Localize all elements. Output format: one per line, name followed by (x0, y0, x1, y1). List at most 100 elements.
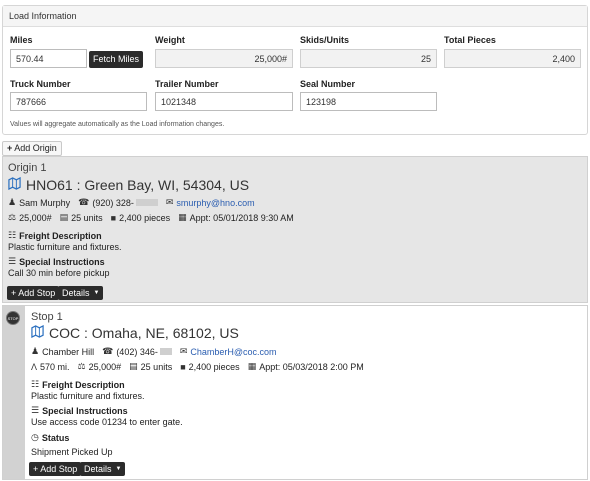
stop-freight-heading: ☷ Freight Description (31, 379, 125, 390)
stop-units: 25 units (140, 361, 173, 372)
stop-add-stop-button[interactable]: + Add Stop (29, 462, 82, 476)
stop-rail: STOP (3, 306, 25, 479)
miles-label: Miles (10, 35, 33, 45)
origin-card: Origin 1 HNO61 : Green Bay, WI, 54304, U… (2, 156, 588, 303)
origin-appt: Appt: 05/01/2018 9:30 AM (189, 212, 294, 223)
redacted-phone (159, 348, 172, 355)
weight-input[interactable] (155, 49, 293, 68)
add-origin-label: Add Origin (14, 143, 57, 153)
stop-contact-name: Chamber Hill (42, 346, 95, 357)
details-label: Details (84, 464, 112, 474)
calendar-icon: ▦ (247, 361, 257, 371)
skids-label: Skids/Units (300, 35, 350, 45)
skids-input[interactable] (300, 49, 437, 68)
stop-location-text: COC : Omaha, NE, 68102, US (49, 325, 239, 341)
origin-instructions-heading: ☰ Special Instructions (8, 256, 105, 267)
phone-icon: ☎ (102, 346, 114, 356)
origin-details-button[interactable]: Details ▼ (58, 286, 104, 300)
origin-freight-label: Freight Description (19, 230, 102, 241)
origin-pieces: 2,400 pieces (119, 212, 171, 223)
units-icon: ▤ (59, 212, 69, 222)
add-stop-label: Add Stop (40, 464, 78, 474)
origin-add-stop-button[interactable]: + Add Stop (7, 286, 60, 300)
trailer-number-input[interactable] (155, 92, 293, 111)
plus-icon: + (7, 143, 13, 153)
stop-status-text: Shipment Picked Up (31, 447, 113, 457)
fetch-miles-button[interactable]: Fetch Miles (89, 51, 144, 68)
scale-icon: ⚖ (77, 361, 86, 371)
list-icon: ☰ (8, 256, 17, 266)
stop-miles: 570 mi. (40, 361, 70, 372)
weight-label: Weight (155, 35, 185, 45)
road-icon: Λ (31, 361, 38, 372)
clock-icon: ◷ (31, 432, 39, 442)
plus-icon: + (11, 288, 17, 298)
pieces-icon: ■ (180, 361, 186, 372)
clipboard-icon: ☷ (8, 230, 17, 240)
phone-icon: ☎ (78, 197, 90, 207)
user-icon: ♟ (31, 346, 40, 356)
truck-number-label: Truck Number (10, 79, 71, 89)
panel-title: Load Information (3, 6, 587, 27)
stop-instr-label: Special Instructions (42, 405, 128, 416)
envelope-icon: ✉ (165, 197, 174, 207)
redacted-phone (135, 199, 158, 206)
stop-phone: (402) 346- (116, 346, 158, 357)
stop-freight-label: Freight Description (42, 379, 125, 390)
caret-down-icon: ▼ (115, 466, 122, 472)
aggregate-hint: Values will aggregate automatically as t… (10, 121, 225, 128)
calendar-icon: ▦ (178, 212, 187, 222)
stop-status-heading: ◷ Status (31, 432, 69, 443)
origin-email-link[interactable]: smurphy@hno.com (176, 198, 254, 208)
origin-phone: (920) 328- (92, 197, 134, 208)
stop-pieces: 2,400 pieces (188, 361, 240, 372)
stop-details-button[interactable]: Details ▼ (80, 462, 126, 476)
origin-instr-text: Call 30 min before pickup (8, 268, 110, 278)
stop-title: Stop 1 (31, 311, 63, 323)
origin-freight-text: Plastic furniture and fixtures. (8, 242, 122, 252)
origin-title: Origin 1 (8, 162, 47, 174)
caret-down-icon: ▼ (93, 290, 100, 296)
stop-instructions-heading: ☰ Special Instructions (31, 405, 128, 416)
stop-weight: 25,000# (88, 361, 122, 372)
add-origin-button[interactable]: + Add Origin (2, 141, 62, 156)
origin-instr-label: Special Instructions (19, 256, 105, 267)
total-pieces-input[interactable] (444, 49, 581, 68)
origin-contact-name: Sam Murphy (19, 197, 71, 208)
origin-weight: 25,000# (19, 212, 52, 223)
add-stop-label: Add Stop (18, 288, 56, 298)
miles-input[interactable] (10, 49, 87, 68)
truck-number-input[interactable] (10, 92, 147, 111)
envelope-icon: ✉ (179, 346, 188, 356)
stop-status-label: Status (41, 432, 70, 443)
user-icon: ♟ (8, 197, 17, 207)
stop-location: COC : Omaha, NE, 68102, US (31, 324, 239, 341)
map-icon[interactable] (31, 324, 44, 341)
origin-location: HNO61 : Green Bay, WI, 54304, US (8, 176, 250, 193)
stop-email-link[interactable]: ChamberH@coc.com (190, 347, 276, 357)
stop-instr-text: Use access code 01234 to enter gate. (31, 417, 183, 427)
stop-card: STOP Stop 1 COC : Omaha, NE, 68102, US ♟… (2, 305, 588, 480)
origin-freight-heading: ☷ Freight Description (8, 230, 102, 241)
load-information-panel: Load Information Miles Fetch Miles Weigh… (2, 5, 588, 135)
list-icon: ☰ (31, 405, 40, 415)
seal-number-label: Seal Number (300, 79, 356, 89)
details-label: Details (62, 288, 90, 298)
map-icon[interactable] (8, 176, 21, 193)
stop-freight-text: Plastic furniture and fixtures. (31, 391, 145, 401)
clipboard-icon: ☷ (31, 379, 40, 389)
origin-contact-row: ♟ Sam Murphy ☎ (920) 328- ✉ smurphy@hno.com (8, 197, 263, 208)
pieces-icon: ■ (110, 212, 117, 223)
stop-appt: Appt: 05/03/2018 2:00 PM (259, 361, 364, 372)
origin-location-text: HNO61 : Green Bay, WI, 54304, US (26, 177, 250, 193)
stop-quantity-row: Λ 570 mi. ⚖ 25,000# ▤ 25 units ■ 2,400 piece… (31, 361, 372, 372)
total-pieces-label: Total Pieces (444, 35, 496, 45)
stop-contact-row: ♟ Chamber Hill ☎ (402) 346- ✉ ChamberH@coc.… (31, 346, 285, 357)
plus-icon: + (33, 464, 39, 474)
seal-number-input[interactable] (300, 92, 437, 111)
trailer-number-label: Trailer Number (155, 79, 219, 89)
stop-sign-icon: STOP (6, 311, 20, 325)
origin-quantity-row: ⚖ 25,000# ▤ 25 units ■ 2,400 pieces ▦ Appt: … (8, 212, 302, 223)
units-icon: ▤ (129, 361, 138, 371)
scale-icon: ⚖ (8, 212, 17, 222)
